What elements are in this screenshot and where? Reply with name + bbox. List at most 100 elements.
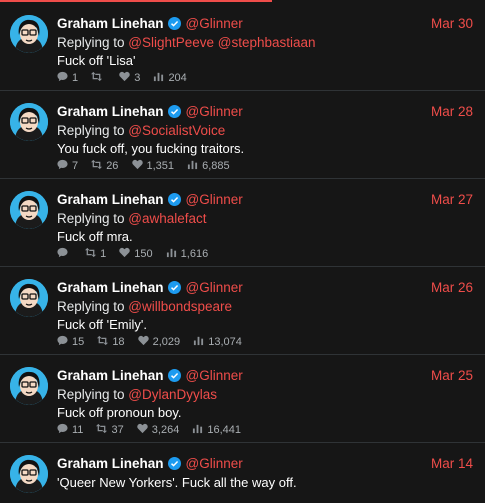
author-name[interactable]: Graham Linehan bbox=[57, 280, 164, 295]
like-button[interactable]: 150 bbox=[119, 247, 153, 261]
reply-button[interactable]: 15 bbox=[57, 335, 84, 349]
views-button[interactable]: 16,441 bbox=[192, 423, 241, 437]
tweet-date[interactable]: Mar 25 bbox=[431, 367, 473, 385]
avatar[interactable] bbox=[10, 191, 48, 229]
tweet[interactable]: Graham Linehan @Glinner Mar 30 Replying t… bbox=[0, 3, 485, 91]
avatar[interactable] bbox=[10, 279, 48, 317]
reply-button[interactable]: 11 bbox=[57, 423, 83, 437]
verified-badge-icon bbox=[167, 281, 181, 294]
reply-button[interactable]: 1 bbox=[57, 71, 78, 85]
avatar[interactable] bbox=[10, 367, 48, 405]
tweet-text: Fuck off mra. bbox=[57, 229, 133, 244]
author-handle[interactable]: @Glinner bbox=[186, 280, 243, 295]
like-button[interactable]: 3 bbox=[119, 71, 140, 85]
retweet-button[interactable]: 18 bbox=[97, 335, 125, 349]
tweet[interactable]: Graham Linehan @Glinner Mar 25 Replying t… bbox=[0, 355, 485, 443]
reply-prefix: Replying to bbox=[57, 387, 129, 402]
retweet-button[interactable]: 1 bbox=[85, 247, 106, 261]
reply-to-handles[interactable]: @SlightPeeve @stephbastiaan bbox=[128, 35, 315, 50]
retweet-button[interactable]: 26 bbox=[91, 159, 118, 173]
reply-to-handles[interactable]: @SocialistVoice bbox=[128, 123, 225, 138]
reply-to-handles[interactable]: @DylanDyylas bbox=[128, 387, 217, 402]
reply-to-handles[interactable]: @awhalefact bbox=[128, 211, 206, 226]
reply-icon bbox=[57, 423, 68, 434]
reply-icon bbox=[57, 71, 68, 82]
retweet-count: 26 bbox=[106, 160, 119, 172]
tweet-date[interactable]: Mar 27 bbox=[431, 191, 473, 209]
author-handle[interactable]: @Glinner bbox=[186, 16, 243, 31]
author-name[interactable]: Graham Linehan bbox=[57, 192, 164, 207]
active-tab-indicator bbox=[0, 0, 272, 2]
tweet[interactable]: Graham Linehan @Glinner Mar 26 Replying t… bbox=[0, 267, 485, 355]
view-count: 204 bbox=[168, 72, 187, 84]
tweet[interactable]: Graham Linehan @Glinner Mar 14 'Queer New… bbox=[0, 443, 485, 503]
reply-button[interactable] bbox=[57, 247, 72, 261]
like-button[interactable]: 1,351 bbox=[131, 159, 174, 173]
tweet-date[interactable]: Mar 14 bbox=[431, 455, 473, 473]
tweet-header: Graham Linehan @Glinner Mar 26 bbox=[57, 279, 473, 297]
tweet-text: Fuck off 'Lisa' bbox=[57, 53, 136, 68]
retweet-icon bbox=[97, 335, 109, 346]
heart-icon bbox=[137, 423, 148, 434]
tweet-date[interactable]: Mar 30 bbox=[431, 15, 473, 33]
like-count: 3 bbox=[134, 72, 141, 84]
reply-prefix: Replying to bbox=[57, 35, 129, 50]
reply-prefix: Replying to bbox=[57, 299, 129, 314]
retweet-button[interactable]: 37 bbox=[96, 423, 124, 437]
retweet-button[interactable] bbox=[91, 71, 106, 85]
tweet-text: Fuck off 'Emily'. bbox=[57, 317, 147, 332]
author-name[interactable]: Graham Linehan bbox=[57, 104, 164, 119]
tweet-text: 'Queer New Yorkers'. Fuck all the way of… bbox=[57, 475, 297, 490]
verified-badge-icon bbox=[167, 457, 181, 470]
tweet-stats: 1 150 1,616 bbox=[57, 247, 218, 261]
avatar[interactable] bbox=[10, 15, 48, 53]
tweet-header: Graham Linehan @Glinner Mar 28 bbox=[57, 103, 473, 121]
author-handle[interactable]: @Glinner bbox=[186, 456, 243, 471]
tweet-stats: 7 26 1,351 6,885 bbox=[57, 159, 240, 173]
tweet-date[interactable]: Mar 28 bbox=[431, 103, 473, 121]
like-count: 150 bbox=[134, 248, 153, 260]
views-button[interactable]: 1,616 bbox=[166, 247, 209, 261]
view-count: 1,616 bbox=[180, 248, 209, 260]
reply-button[interactable]: 7 bbox=[57, 159, 78, 173]
views-button[interactable]: 13,074 bbox=[193, 335, 242, 349]
tweet-text: You fuck off, you fucking traitors. bbox=[57, 141, 245, 156]
author-handle[interactable]: @Glinner bbox=[186, 368, 243, 383]
view-count: 16,441 bbox=[207, 424, 242, 436]
views-chart-icon bbox=[193, 424, 203, 434]
tweet-stats: 11 37 3,264 16,441 bbox=[57, 423, 251, 437]
views-chart-icon bbox=[194, 336, 204, 346]
views-chart-icon bbox=[188, 160, 198, 170]
author-handle[interactable]: @Glinner bbox=[186, 104, 243, 119]
author-name[interactable]: Graham Linehan bbox=[57, 368, 164, 383]
tweet-header: Graham Linehan @Glinner Mar 27 bbox=[57, 191, 473, 209]
reply-context: Replying to @willbondspeare bbox=[57, 298, 232, 316]
verified-badge-icon bbox=[167, 105, 181, 118]
reply-count: 7 bbox=[72, 160, 79, 172]
heart-icon bbox=[137, 335, 149, 346]
author-name[interactable]: Graham Linehan bbox=[57, 16, 164, 31]
author-name[interactable]: Graham Linehan bbox=[57, 456, 164, 471]
tweet[interactable]: Graham Linehan @Glinner Mar 27 Replying t… bbox=[0, 179, 485, 267]
retweet-icon bbox=[91, 71, 103, 82]
heart-icon bbox=[119, 247, 130, 258]
reply-icon bbox=[57, 335, 68, 346]
tweet[interactable]: Graham Linehan @Glinner Mar 28 Replying t… bbox=[0, 91, 485, 179]
verified-badge-icon bbox=[167, 17, 181, 30]
like-count: 3,264 bbox=[151, 424, 180, 436]
like-button[interactable]: 3,264 bbox=[137, 423, 180, 437]
reply-prefix: Replying to bbox=[57, 211, 129, 226]
heart-icon bbox=[119, 71, 130, 82]
retweet-icon bbox=[96, 423, 108, 434]
author-handle[interactable]: @Glinner bbox=[186, 192, 243, 207]
tweet-header: Graham Linehan @Glinner Mar 14 bbox=[57, 455, 473, 473]
tweet-date[interactable]: Mar 26 bbox=[431, 279, 473, 297]
views-button[interactable]: 6,885 bbox=[187, 159, 230, 173]
view-count: 6,885 bbox=[202, 160, 230, 172]
avatar[interactable] bbox=[10, 455, 48, 493]
retweet-count: 18 bbox=[112, 336, 125, 348]
like-button[interactable]: 2,029 bbox=[137, 335, 180, 349]
avatar[interactable] bbox=[10, 103, 48, 141]
reply-to-handles[interactable]: @willbondspeare bbox=[128, 299, 232, 314]
views-button[interactable]: 204 bbox=[153, 71, 187, 85]
